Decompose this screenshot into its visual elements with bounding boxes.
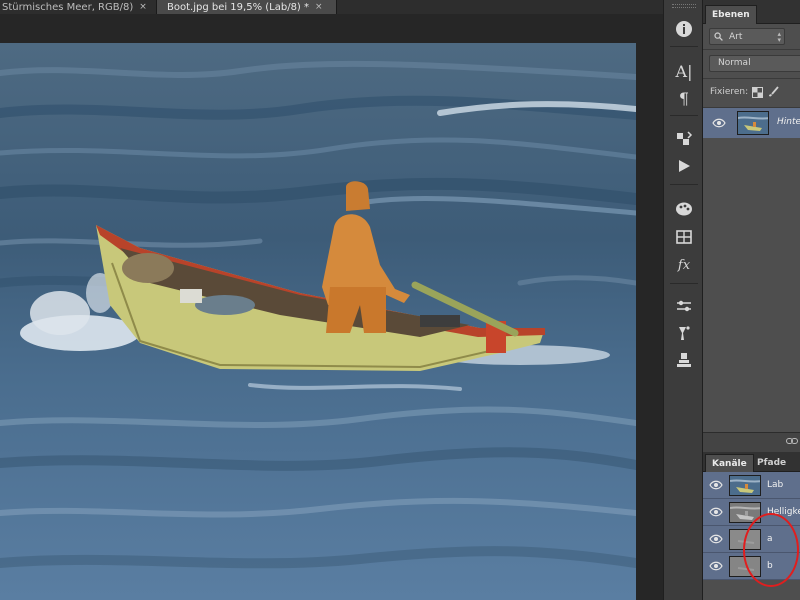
styles-grid-icon[interactable]	[672, 226, 696, 248]
paragraph-icon[interactable]: ¶	[672, 87, 696, 109]
document-tab-label: Boot.jpg bei 19,5% (Lab/8) *	[167, 1, 310, 13]
swatches-palette-icon[interactable]	[672, 198, 696, 220]
close-tab-icon[interactable]: ×	[139, 2, 147, 12]
strip-divider	[670, 283, 698, 284]
fx-icon[interactable]: fx	[672, 254, 696, 276]
annotation-circle	[743, 513, 799, 587]
layer-thumbnail	[737, 111, 769, 135]
adjustments-icon[interactable]	[672, 295, 696, 317]
history-icon[interactable]	[672, 128, 696, 150]
layer-name: Hinte	[777, 117, 800, 127]
strip-divider	[670, 115, 698, 116]
visibility-eye-icon[interactable]	[712, 118, 726, 128]
panel-divider	[703, 78, 800, 79]
channel-thumbnail	[729, 475, 761, 496]
channel-name: Lab	[767, 480, 784, 490]
document-image[interactable]	[0, 43, 636, 600]
tab-ebenen[interactable]: Ebenen	[705, 5, 757, 24]
lock-row: Fixieren:	[710, 86, 779, 98]
tab-pfade[interactable]: Pfade	[751, 454, 792, 472]
clone-source-icon[interactable]	[672, 349, 696, 371]
strip-grip-icon[interactable]	[672, 4, 696, 8]
lock-label: Fixieren:	[710, 87, 749, 97]
close-tab-icon[interactable]: ×	[315, 2, 323, 12]
stepper-arrows-icon: ▴ ▾	[777, 30, 781, 44]
layer-row-hintergrund[interactable]: Hinte	[703, 108, 800, 138]
link-layers-icon[interactable]	[786, 437, 798, 445]
tab-kanaele[interactable]: Kanäle	[705, 454, 754, 472]
document-tab-stuermisches-meer[interactable]: Stürmisches Meer, RGB/8) ×	[0, 0, 157, 14]
right-panel-dock: Ebenen Art ▴ ▾ Normal Fixieren: Hinte Ka…	[703, 0, 800, 600]
lock-transparency-icon[interactable]	[752, 86, 764, 98]
strip-divider	[670, 184, 698, 185]
layer-filter-select[interactable]: Art ▴ ▾	[709, 28, 785, 45]
document-tab-label: Stürmisches Meer, RGB/8)	[2, 1, 134, 13]
character-icon[interactable]: A|	[672, 60, 696, 82]
info-icon[interactable]	[672, 18, 696, 40]
search-icon	[714, 32, 723, 41]
channels-panel-tabs: Kanäle Pfade	[703, 452, 800, 472]
channel-row-lab[interactable]: Lab	[703, 472, 800, 499]
photoshop-window: Stürmisches Meer, RGB/8) × Boot.jpg bei …	[0, 0, 800, 600]
visibility-eye-icon[interactable]	[709, 534, 723, 544]
document-tab-boot[interactable]: Boot.jpg bei 19,5% (Lab/8) * ×	[157, 0, 337, 14]
layer-filter-value: Art	[729, 31, 743, 42]
strip-divider	[670, 46, 698, 47]
lock-pixels-brush-icon[interactable]	[767, 86, 779, 98]
layers-panel-footer	[703, 432, 800, 452]
panel-divider	[703, 49, 800, 50]
visibility-eye-icon[interactable]	[709, 507, 723, 517]
blend-mode-select[interactable]: Normal	[709, 55, 800, 72]
tool-presets-icon[interactable]	[672, 322, 696, 344]
visibility-eye-icon[interactable]	[709, 480, 723, 490]
document-tab-bar: Stürmisches Meer, RGB/8) × Boot.jpg bei …	[0, 0, 663, 14]
visibility-eye-icon[interactable]	[709, 561, 723, 571]
layers-list-empty-area	[703, 139, 800, 432]
boat-photo	[0, 43, 636, 600]
panel-icon-strip: A| ¶ fx	[663, 0, 703, 600]
actions-play-icon[interactable]	[672, 155, 696, 177]
layers-panel-tabs: Ebenen	[703, 0, 800, 24]
